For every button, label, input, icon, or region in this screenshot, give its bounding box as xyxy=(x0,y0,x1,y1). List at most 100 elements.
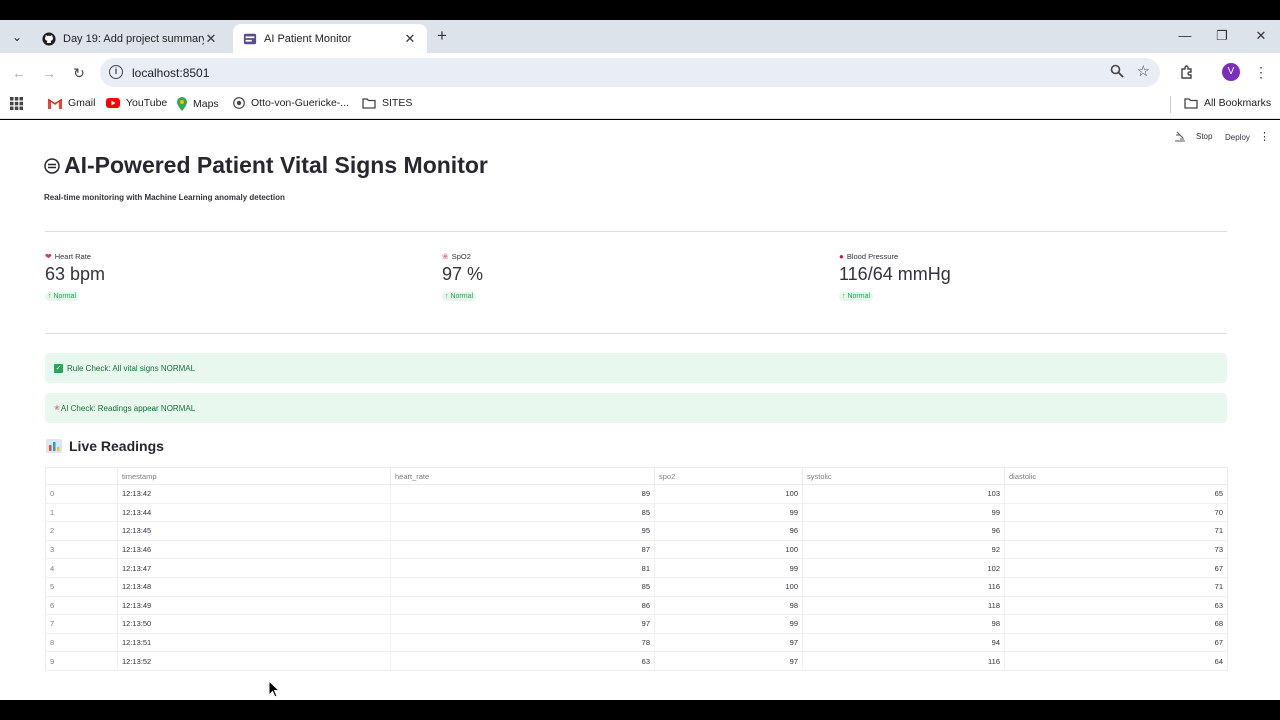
table-cell[interactable]: 89 xyxy=(390,484,655,504)
live-readings-table[interactable]: timestamp heart_rate spo2 systolic diast… xyxy=(45,467,1228,671)
table-cell[interactable]: 103 xyxy=(802,484,1005,504)
table-cell[interactable]: 12:13:49 xyxy=(117,596,391,616)
table-cell[interactable]: 12:13:45 xyxy=(117,521,391,541)
table-cell[interactable]: 63 xyxy=(1004,596,1228,616)
table-cell[interactable]: 12:13:51 xyxy=(117,633,391,653)
close-tab-icon[interactable]: ✕ xyxy=(204,31,218,47)
table-cell[interactable]: 68 xyxy=(1004,614,1228,634)
extensions-icon[interactable] xyxy=(1178,64,1196,80)
row-index-cell[interactable]: 4 xyxy=(45,558,118,578)
bookmark-otto-von-guericke[interactable]: Otto-von-Guericke-... xyxy=(233,97,349,109)
url-text[interactable]: localhost:8501 xyxy=(132,66,209,80)
table-cell[interactable]: 116 xyxy=(802,577,1005,597)
zoom-icon[interactable] xyxy=(1110,64,1124,78)
table-row[interactable]: 1 12:13:44 85 99 99 70 xyxy=(45,503,1228,523)
table-row[interactable]: 0 12:13:42 89 100 103 65 xyxy=(45,484,1228,504)
table-cell[interactable]: 73 xyxy=(1004,540,1228,560)
table-cell[interactable]: 94 xyxy=(802,633,1005,653)
app-menu-icon[interactable]: ⋮ xyxy=(1259,130,1270,143)
bookmark-gmail[interactable]: Gmail xyxy=(48,97,95,109)
table-cell[interactable]: 116 xyxy=(802,651,1005,671)
table-cell[interactable]: 95 xyxy=(390,521,655,541)
table-cell[interactable]: 99 xyxy=(654,558,803,578)
address-bar[interactable]: i localhost:8501 ☆ xyxy=(100,58,1160,87)
table-cell[interactable]: 86 xyxy=(390,596,655,616)
table-cell[interactable]: 70 xyxy=(1004,503,1228,523)
row-index-cell[interactable]: 7 xyxy=(45,614,118,634)
table-cell[interactable]: 67 xyxy=(1004,558,1228,578)
table-cell[interactable]: 12:13:44 xyxy=(117,503,391,523)
deploy-button[interactable]: Deploy xyxy=(1225,133,1250,142)
bookmark-youtube[interactable]: YouTube xyxy=(106,97,167,109)
table-cell[interactable]: 12:13:52 xyxy=(117,651,391,671)
reload-icon[interactable]: ↻ xyxy=(70,64,88,82)
table-row[interactable]: 7 12:13:50 97 99 98 68 xyxy=(45,614,1228,634)
row-index-cell[interactable]: 8 xyxy=(45,633,118,653)
minimize-icon[interactable]: — xyxy=(1175,28,1195,43)
all-bookmarks-button[interactable]: All Bookmarks xyxy=(1184,97,1271,109)
table-cell[interactable]: 85 xyxy=(390,577,655,597)
table-row[interactable]: 5 12:13:48 85 100 116 71 xyxy=(45,577,1228,597)
table-cell[interactable]: 64 xyxy=(1004,651,1228,671)
column-header[interactable]: diastolic xyxy=(1004,467,1228,485)
apps-grid-icon[interactable] xyxy=(10,97,23,110)
restore-icon[interactable]: ❐ xyxy=(1212,28,1232,44)
row-index-cell[interactable]: 3 xyxy=(45,540,118,560)
tab-github[interactable]: Day 19: Add project summary a ✕ xyxy=(32,24,228,53)
table-cell[interactable]: 71 xyxy=(1004,577,1228,597)
table-cell[interactable]: 87 xyxy=(390,540,655,560)
close-tab-icon[interactable]: ✕ xyxy=(403,31,417,47)
column-header[interactable]: systolic xyxy=(802,467,1005,485)
row-index-cell[interactable]: 5 xyxy=(45,577,118,597)
table-cell[interactable]: 81 xyxy=(390,558,655,578)
table-cell[interactable]: 92 xyxy=(802,540,1005,560)
row-index-cell[interactable]: 2 xyxy=(45,521,118,541)
table-cell[interactable]: 99 xyxy=(654,614,803,634)
row-index-cell[interactable]: 0 xyxy=(45,484,118,504)
stop-button[interactable]: Stop xyxy=(1196,132,1212,141)
bookmark-maps[interactable]: Maps xyxy=(177,97,219,111)
table-cell[interactable]: 98 xyxy=(802,614,1005,634)
table-cell[interactable]: 65 xyxy=(1004,484,1228,504)
tab-ai-patient-monitor[interactable]: AI Patient Monitor ✕ xyxy=(233,24,427,53)
table-cell[interactable]: 12:13:47 xyxy=(117,558,391,578)
table-cell[interactable]: 100 xyxy=(654,577,803,597)
table-row[interactable]: 6 12:13:49 86 98 118 63 xyxy=(45,596,1228,616)
table-cell[interactable]: 99 xyxy=(654,503,803,523)
table-cell[interactable]: 12:13:50 xyxy=(117,614,391,634)
column-header[interactable]: heart_rate xyxy=(390,467,655,485)
new-tab-plus-icon[interactable]: + xyxy=(434,27,450,44)
table-row[interactable]: 9 12:13:52 63 97 116 64 xyxy=(45,651,1228,671)
site-info-icon[interactable]: i xyxy=(109,65,123,79)
table-cell[interactable]: 96 xyxy=(802,521,1005,541)
window-close-icon[interactable]: ✕ xyxy=(1251,28,1271,44)
table-cell[interactable]: 98 xyxy=(654,596,803,616)
forward-arrow-icon[interactable]: → xyxy=(40,64,58,82)
table-cell[interactable]: 12:13:48 xyxy=(117,577,391,597)
column-header[interactable]: timestamp xyxy=(117,467,391,485)
column-header[interactable]: spo2 xyxy=(654,467,803,485)
table-cell[interactable]: 85 xyxy=(390,503,655,523)
table-cell[interactable]: 71 xyxy=(1004,521,1228,541)
table-cell[interactable]: 97 xyxy=(654,651,803,671)
profile-avatar[interactable]: V xyxy=(1222,63,1240,81)
table-cell[interactable]: 96 xyxy=(654,521,803,541)
table-row[interactable]: 2 12:13:45 95 96 96 71 xyxy=(45,521,1228,541)
tab-search-chevron-icon[interactable]: ⌄ xyxy=(8,28,26,46)
table-cell[interactable]: 63 xyxy=(390,651,655,671)
row-index-cell[interactable]: 9 xyxy=(45,651,118,671)
table-row[interactable]: 8 12:13:51 78 97 94 67 xyxy=(45,633,1228,653)
table-cell[interactable]: 67 xyxy=(1004,633,1228,653)
table-cell[interactable]: 102 xyxy=(802,558,1005,578)
table-cell[interactable]: 97 xyxy=(654,633,803,653)
bookmark-sites-folder[interactable]: SITES xyxy=(362,97,412,109)
row-index-cell[interactable]: 1 xyxy=(45,503,118,523)
back-arrow-icon[interactable]: ← xyxy=(10,64,28,82)
table-cell[interactable]: 97 xyxy=(390,614,655,634)
browser-menu-icon[interactable]: ⋮ xyxy=(1252,64,1270,81)
table-cell[interactable]: 12:13:46 xyxy=(117,540,391,560)
row-index-cell[interactable]: 6 xyxy=(45,596,118,616)
bookmark-star-icon[interactable]: ☆ xyxy=(1137,62,1150,80)
column-header[interactable] xyxy=(45,467,118,485)
table-cell[interactable]: 100 xyxy=(654,484,803,504)
